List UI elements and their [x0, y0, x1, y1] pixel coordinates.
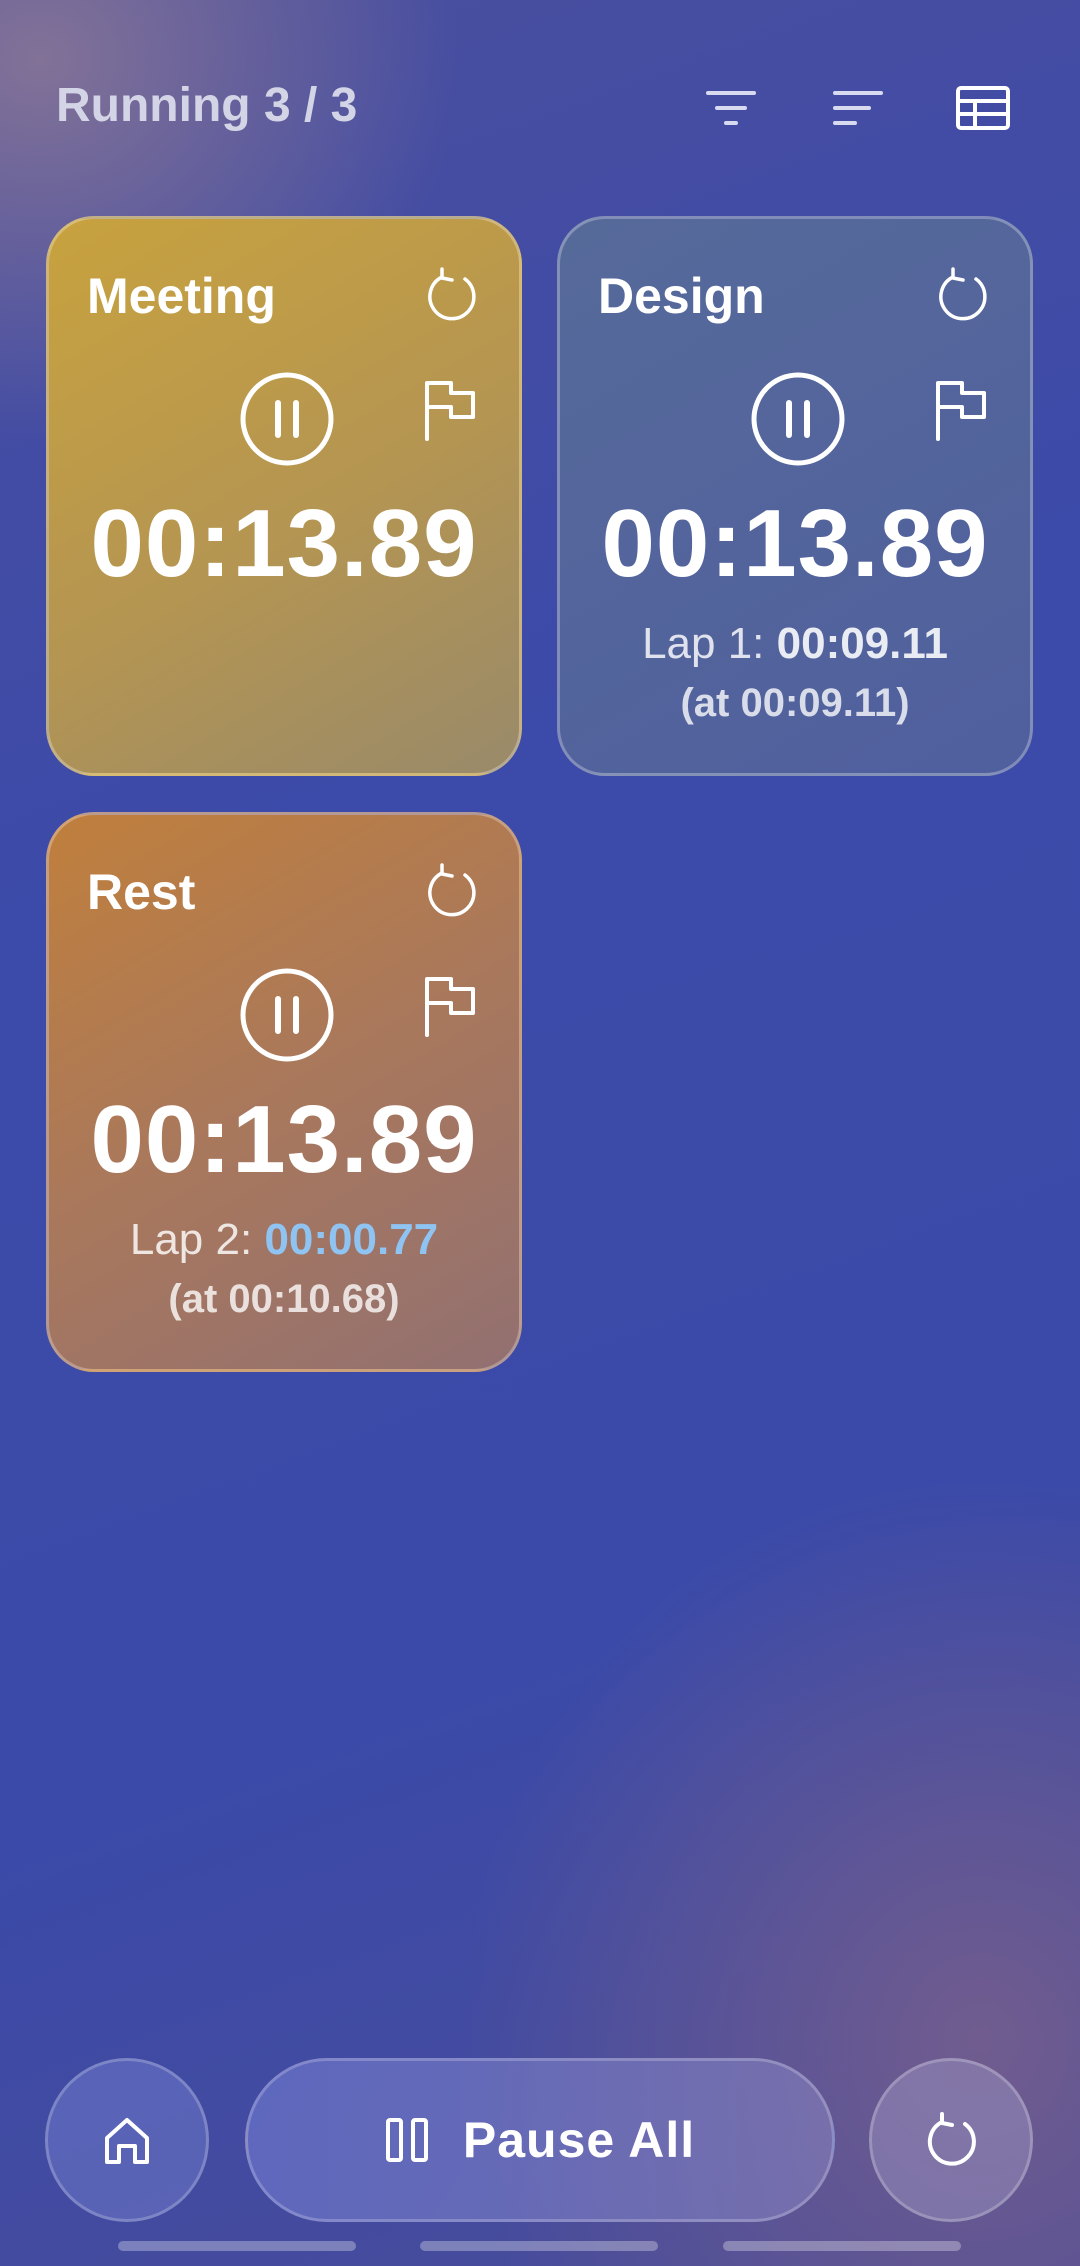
- timer-time: 00:13.89: [90, 1086, 478, 1193]
- table-view-icon: [956, 86, 1010, 130]
- filter-button[interactable]: [703, 80, 759, 136]
- flag-icon[interactable]: [421, 379, 479, 441]
- home-icon: [105, 2118, 149, 2164]
- lap-label: Lap 2:: [129, 1215, 253, 1264]
- home-button[interactable]: [45, 2058, 209, 2222]
- lap-info: Lap 1: 00:09.11: [560, 619, 1030, 669]
- pause-icon[interactable]: [239, 371, 335, 467]
- sort-icon: [833, 91, 883, 125]
- pause-icon: [385, 2118, 428, 2162]
- timer-card-meeting[interactable]: Meeting 00:13.89: [46, 216, 522, 776]
- lap-at: (at 00:10.68): [168, 1277, 400, 1321]
- pause-all-button[interactable]: Pause All: [245, 2058, 835, 2222]
- nav-indicator: [118, 2241, 356, 2251]
- sort-button[interactable]: [830, 80, 886, 136]
- lap-at: (at 00:09.11): [680, 681, 910, 725]
- timer-name: Rest: [87, 864, 196, 920]
- timer-card-design[interactable]: Design 00:13.89 Lap 1: 00:09.11 (at 00:0…: [557, 216, 1033, 776]
- reset-icon[interactable]: [932, 265, 992, 325]
- timer-name: Meeting: [87, 268, 276, 324]
- lap-time: 00:00.77: [264, 1215, 439, 1264]
- reset-icon[interactable]: [421, 265, 481, 325]
- page-title: Running 3 / 3: [56, 79, 358, 132]
- header: Running 3 / 3: [0, 0, 1080, 200]
- filter-icon: [706, 91, 756, 125]
- timer-time: 00:13.89: [601, 490, 989, 597]
- timer-name: Design: [598, 268, 765, 324]
- lap-info: Lap 2: 00:00.77: [49, 1215, 519, 1265]
- table-view-button[interactable]: [955, 80, 1011, 136]
- timer-time: 00:13.89: [90, 490, 478, 597]
- reset-all-button[interactable]: [869, 2058, 1033, 2222]
- nav-indicator: [420, 2241, 658, 2251]
- nav-indicator: [723, 2241, 961, 2251]
- flag-icon[interactable]: [421, 975, 479, 1037]
- pause-icon[interactable]: [239, 967, 335, 1063]
- pause-all-label: Pause All: [462, 2112, 696, 2168]
- lap-label: Lap 1:: [642, 619, 765, 668]
- reset-icon: [927, 2112, 976, 2166]
- timer-card-rest[interactable]: Rest 00:13.89 Lap 2: 00:00.77 (at 00:10.…: [46, 812, 522, 1372]
- reset-icon[interactable]: [421, 861, 481, 921]
- flag-icon[interactable]: [932, 379, 990, 441]
- pause-icon[interactable]: [750, 371, 846, 467]
- lap-time: 00:09.11: [776, 619, 948, 668]
